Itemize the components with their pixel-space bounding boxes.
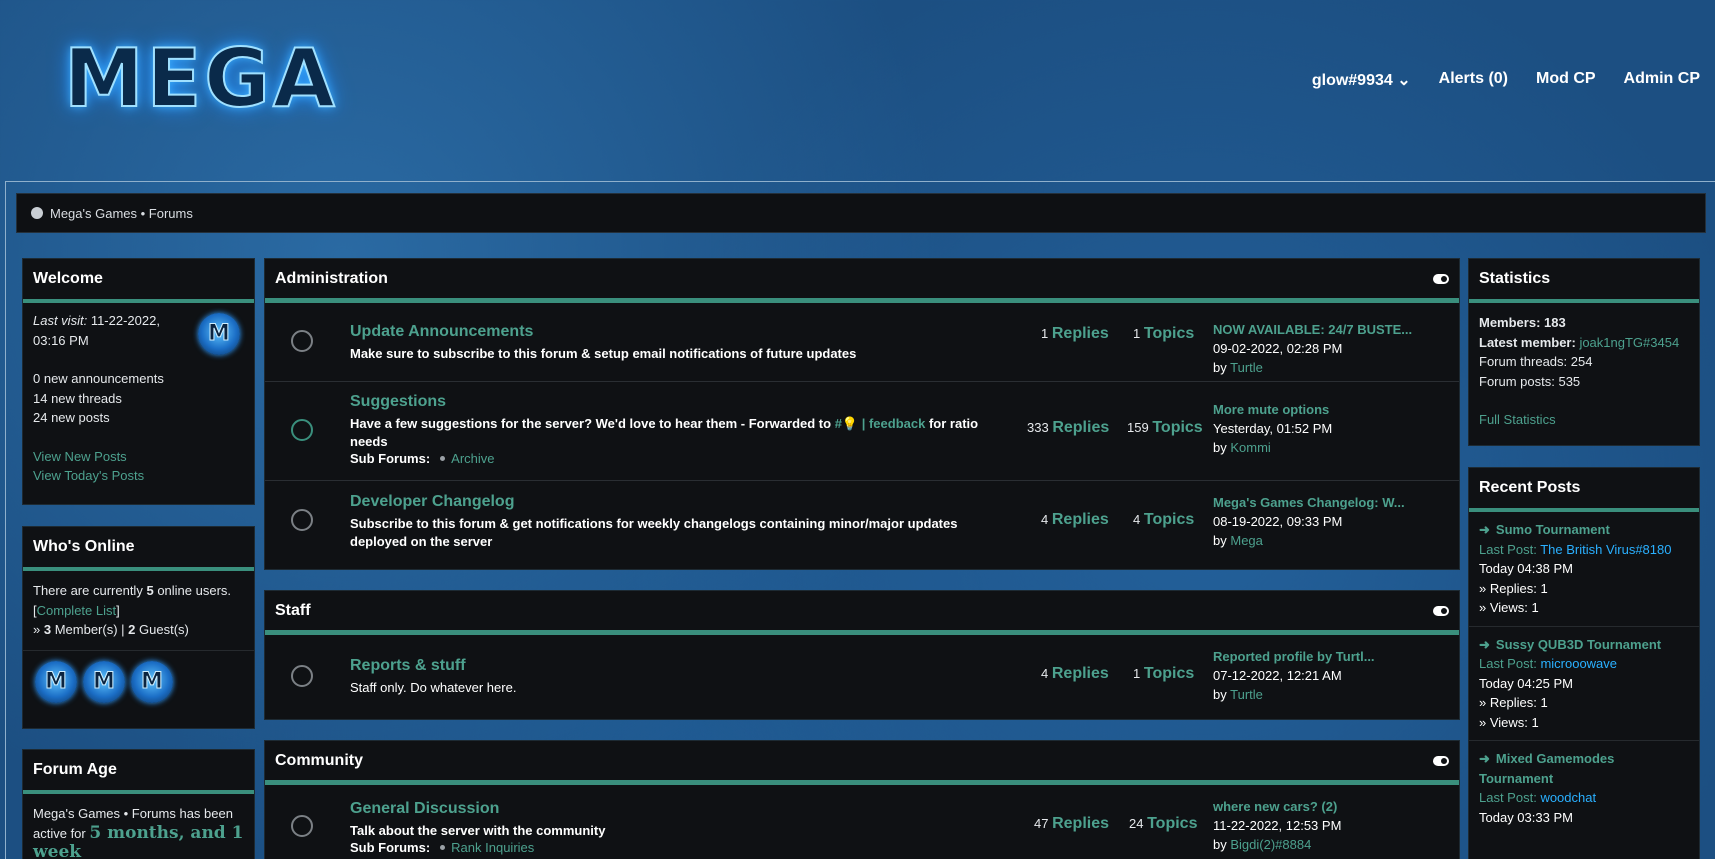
view-todays-posts-link[interactable]: View Today's Posts <box>33 468 144 483</box>
topics-link[interactable]: Topics <box>1152 419 1202 436</box>
welcome-panel: Welcome Last visit: 11-22-2022, 03:16 PM… <box>22 258 255 505</box>
topics-link[interactable]: Topics <box>1144 511 1194 528</box>
panel-title: Who's Online <box>23 527 254 571</box>
panel-title: Welcome <box>23 259 254 303</box>
replies-link[interactable]: Replies <box>1052 419 1109 436</box>
user-avatar[interactable]: M <box>83 660 125 703</box>
topics-link[interactable]: Topics <box>1144 325 1194 342</box>
forum-row: General Discussion Talk about the server… <box>265 785 1459 859</box>
statistics-panel: Statistics Members: 183 Latest member: j… <box>1468 258 1700 446</box>
subforum-link[interactable]: Archive <box>451 451 494 466</box>
latest-member-link[interactable]: joak1ngTG#3454 <box>1579 335 1679 350</box>
view-new-posts-link[interactable]: View New Posts <box>33 449 127 464</box>
forum-status-icon <box>291 665 313 687</box>
topics-link[interactable]: Topics <box>1144 665 1194 682</box>
category-staff: Staff Reports & stuff Staff only. Do wha… <box>264 590 1460 720</box>
panel-title: Forum Age <box>23 750 254 794</box>
replies-link[interactable]: Replies <box>1052 325 1109 342</box>
last-post: NOW AVAILABLE: 24/7 BUSTE... 09-02-2022,… <box>1213 322 1413 375</box>
last-post-author-link[interactable]: Mega <box>1230 533 1263 548</box>
last-post-title-link[interactable]: where new cars? (2) <box>1213 799 1337 814</box>
replies-link[interactable]: Replies <box>1052 511 1109 528</box>
complete-list-link[interactable]: Complete List <box>37 603 116 618</box>
forum-title-link[interactable]: Developer Changelog <box>350 493 514 511</box>
forum-title-link[interactable]: General Discussion <box>350 800 499 818</box>
modcp-link[interactable]: Mod CP <box>1536 70 1596 90</box>
recent-post-item: ➜ Sumo Tournament Last Post: The British … <box>1469 512 1699 627</box>
recent-post-item: ➜ Sussy QUB3D Tournament Last Post: micro… <box>1469 627 1699 741</box>
forum-title-link[interactable]: Update Announcements <box>350 323 533 341</box>
forum-status-icon <box>291 815 313 837</box>
top-nav: glow#9934 ⌄ Alerts (0) Mod CP Admin CP <box>1312 70 1700 90</box>
panel-title: Recent Posts <box>1469 468 1699 512</box>
collapse-toggle-icon[interactable] <box>1433 605 1449 616</box>
site-logo[interactable]: MEGA <box>63 38 336 120</box>
arrow-right-icon: ➜ <box>1479 636 1490 652</box>
panel-title: Statistics <box>1469 259 1699 303</box>
full-statistics-link[interactable]: Full Statistics <box>1479 412 1556 427</box>
category-title: Community <box>275 751 363 769</box>
arrow-right-icon: ➜ <box>1479 751 1490 766</box>
forum-title-link[interactable]: Reports & stuff <box>350 657 466 675</box>
category-community: Community General Discussion Talk about … <box>264 740 1460 859</box>
replies-link[interactable]: Replies <box>1052 665 1109 682</box>
recent-post-author-link[interactable]: microoowave <box>1540 656 1617 671</box>
forum-row: Reports & stuff Staff only. Do whatever … <box>265 635 1459 715</box>
subforum-link[interactable]: Rank Inquiries <box>451 840 534 855</box>
replies-link[interactable]: Replies <box>1052 815 1109 832</box>
last-post: Mega's Games Changelog: W... 08-19-2022,… <box>1213 495 1405 548</box>
recent-post-title-link[interactable]: Sumo Tournament <box>1496 522 1610 537</box>
last-post-title-link[interactable]: Mega's Games Changelog: W... <box>1213 495 1405 510</box>
user-avatar[interactable]: M <box>131 660 173 703</box>
subforum-bullet-icon <box>440 456 446 461</box>
last-post-title-link[interactable]: More mute options <box>1213 402 1329 417</box>
last-post-title-link[interactable]: Reported profile by Turtl... <box>1213 649 1375 664</box>
forum-age-panel: Forum Age Mega's Games • Forums has been… <box>22 749 255 859</box>
breadcrumb: Mega's Games • Forums <box>16 193 1706 233</box>
recent-post-title-link[interactable]: Sussy QUB3D Tournament <box>1496 637 1661 652</box>
recent-post-author-link[interactable]: The British Virus#8180 <box>1540 542 1671 557</box>
forum-title-link[interactable]: Suggestions <box>350 393 446 411</box>
forum-row: Suggestions Have a few suggestions for t… <box>265 382 1459 481</box>
user-avatar[interactable]: M <box>35 660 77 703</box>
recent-post-author-link[interactable]: woodchat <box>1540 790 1596 805</box>
last-post-author-link[interactable]: Bigdi(2)#8884 <box>1230 837 1311 852</box>
globe-icon <box>31 207 43 219</box>
last-post: where new cars? (2) 11-22-2022, 12:53 PM… <box>1213 799 1342 852</box>
last-post-author-link[interactable]: Turtle <box>1230 687 1263 702</box>
arrow-right-icon: ➜ <box>1479 522 1490 537</box>
forum-status-icon <box>291 509 313 531</box>
user-menu[interactable]: glow#9934 ⌄ <box>1312 70 1411 90</box>
last-post: Reported profile by Turtl... 07-12-2022,… <box>1213 649 1375 702</box>
subforum-bullet-icon <box>440 845 446 850</box>
last-post-author-link[interactable]: Kommi <box>1230 440 1270 455</box>
category-administration: Administration Update Announcements Make… <box>264 258 1460 570</box>
recent-post-item: ➜ Mixed Gamemodes Tournament Last Post: w… <box>1479 751 1615 825</box>
alerts-link[interactable]: Alerts (0) <box>1439 70 1508 90</box>
forum-row: Update Announcements Make sure to subscr… <box>265 303 1459 382</box>
feedback-channel-link[interactable]: #💡 | feedback <box>835 416 926 431</box>
collapse-toggle-icon[interactable] <box>1433 273 1449 284</box>
online-avatars: M M M <box>23 649 254 713</box>
topics-link[interactable]: Topics <box>1147 815 1197 832</box>
last-post-title-link[interactable]: NOW AVAILABLE: 24/7 BUSTE... <box>1213 322 1412 337</box>
category-title: Administration <box>275 269 388 287</box>
recent-posts-panel: Recent Posts ➜ Sumo Tournament Last Post:… <box>1468 467 1700 859</box>
user-avatar[interactable]: M <box>198 313 240 355</box>
last-post: More mute options Yesterday, 01:52 PM by… <box>1213 402 1333 455</box>
category-title: Staff <box>275 601 311 619</box>
breadcrumb-home[interactable]: Mega's Games • Forums <box>50 206 193 221</box>
recent-post-title-link[interactable]: Mixed Gamemodes Tournament <box>1479 751 1614 786</box>
forum-row: Developer Changelog Subscribe to this fo… <box>265 481 1459 561</box>
forum-status-icon <box>291 330 313 352</box>
forum-status-icon <box>291 419 313 441</box>
chevron-down-icon: ⌄ <box>1397 72 1411 89</box>
whos-online-panel: Who's Online There are currently 5 onlin… <box>22 526 255 729</box>
site-header: MEGA glow#9934 ⌄ Alerts (0) Mod CP Admin… <box>0 0 1715 180</box>
last-post-author-link[interactable]: Turtle <box>1230 360 1263 375</box>
collapse-toggle-icon[interactable] <box>1433 755 1449 766</box>
admincp-link[interactable]: Admin CP <box>1624 70 1700 90</box>
